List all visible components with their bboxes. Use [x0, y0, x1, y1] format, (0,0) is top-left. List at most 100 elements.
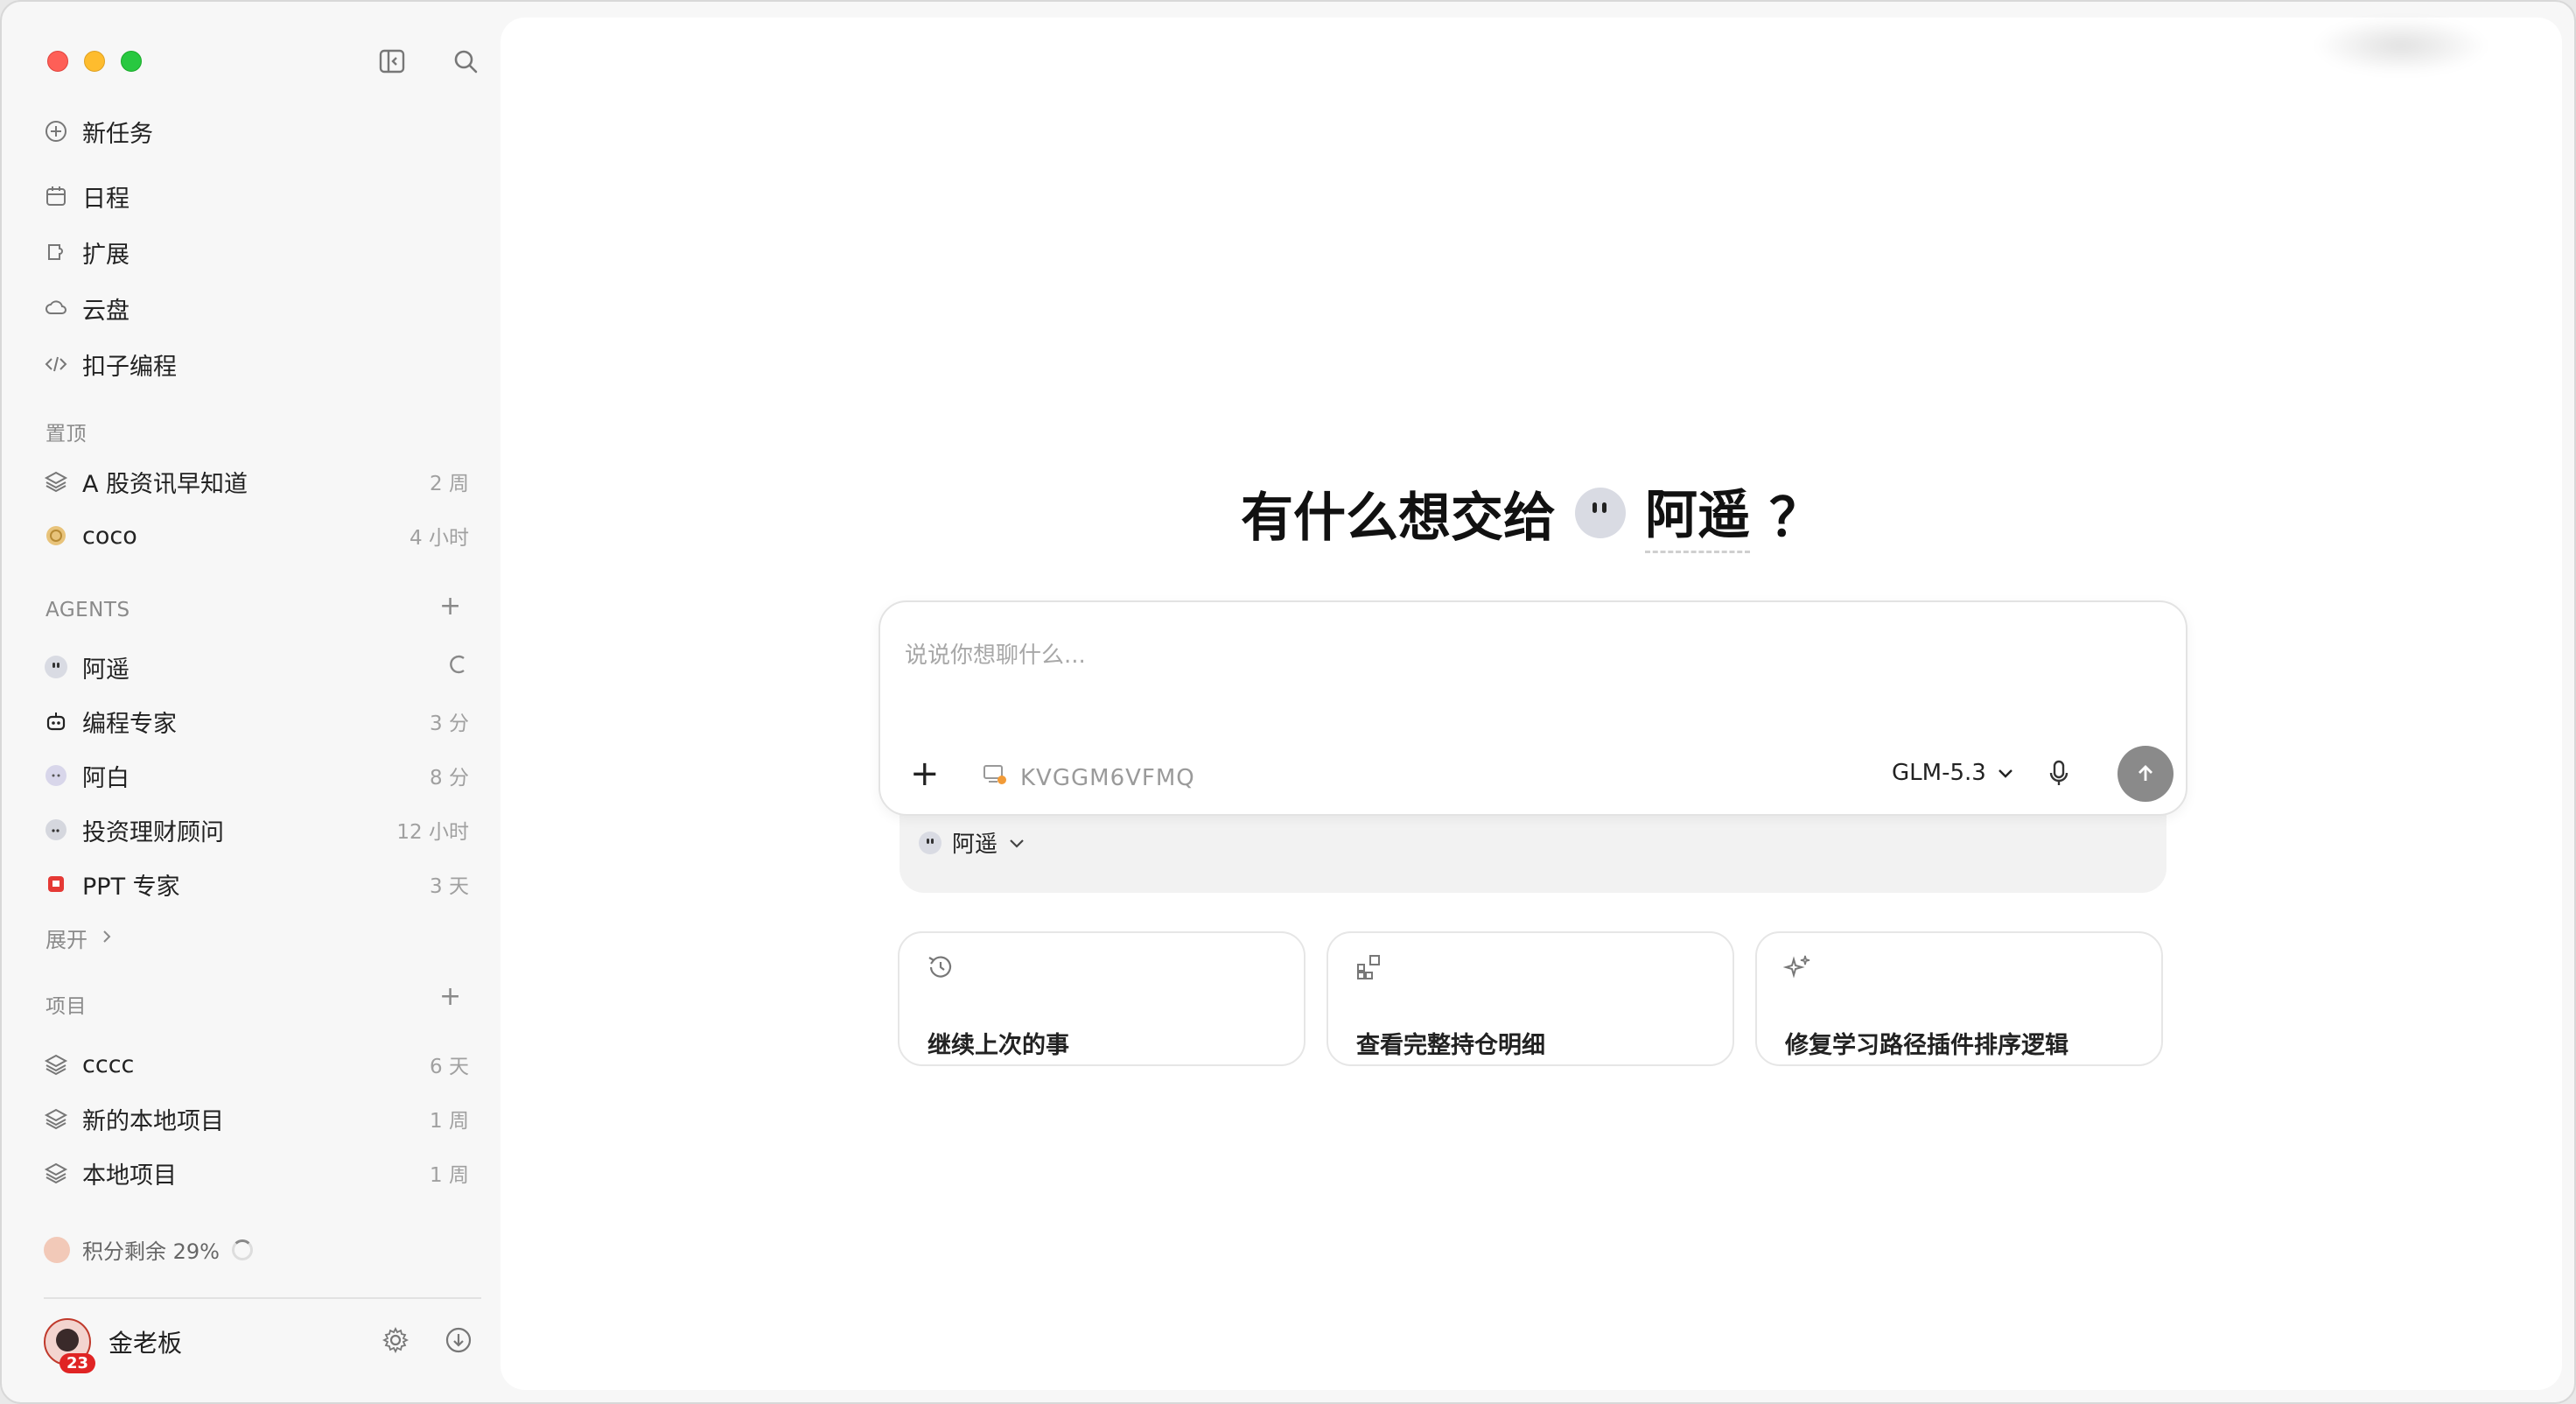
nav-label: 云盘	[82, 297, 130, 325]
project-item[interactable]: cccc 6 天	[44, 1042, 469, 1087]
close-window-button[interactable]	[47, 51, 68, 72]
project-item-label: cccc	[82, 1050, 135, 1078]
model-selector[interactable]: GLM-5.3	[1892, 760, 2014, 786]
nav-extensions[interactable]: 扩展	[44, 229, 130, 275]
agent-item-label: 投资理财顾问	[82, 818, 224, 846]
chevron-right-icon	[100, 926, 114, 951]
nav-cloud-drive[interactable]: 云盘	[44, 285, 130, 331]
suggestion-card[interactable]: 查看完整持仓明细	[1326, 931, 1734, 1066]
sidebar-divider	[44, 1297, 481, 1299]
microphone-icon[interactable]	[2046, 758, 2072, 793]
agent-item[interactable]: PPT 专家 3 天	[44, 861, 469, 907]
chat-composer: 说说你想聊什么... + KVGGM6VFMQ GLM-5.3	[878, 600, 2188, 816]
project-item-label: 本地项目	[82, 1162, 177, 1190]
sidebar-toolbar	[373, 42, 485, 81]
history-icon	[926, 952, 956, 982]
user-name[interactable]: 金老板	[108, 1324, 382, 1359]
nav-new-task[interactable]: 新任务	[44, 109, 153, 154]
add-project-button[interactable]: +	[439, 984, 461, 1010]
maximize-window-button[interactable]	[121, 51, 142, 72]
suggestion-label: 继续上次的事	[928, 1032, 1069, 1059]
project-item-label: 新的本地项目	[82, 1107, 224, 1135]
add-agent-button[interactable]: +	[439, 593, 461, 620]
suggestion-label: 查看完整持仓明细	[1356, 1032, 1545, 1059]
suggestion-card[interactable]: 继续上次的事	[898, 931, 1306, 1066]
suggestion-label: 修复学习路径插件排序逻辑	[1785, 1032, 2068, 1059]
agent-avatar-icon	[1575, 488, 1626, 538]
project-item[interactable]: 新的本地项目 1 周	[44, 1096, 469, 1141]
hero-agent-name[interactable]: 阿遥	[1645, 473, 1750, 553]
pinned-item-label: A 股资讯早知道	[82, 470, 248, 498]
nav-label: 扣子编程	[82, 353, 177, 381]
window-controls	[47, 51, 142, 72]
project-item-time: 1 周	[430, 1110, 469, 1133]
agent-item-time: 3 分	[430, 713, 469, 735]
pinned-item-label: coco	[82, 522, 137, 550]
sidebar: 新任务 日程 扩展 云盘 扣子编程 置顶 A 股资讯早知道 2 周 coco 4…	[2, 2, 500, 1402]
section-pinned-title: 置顶	[46, 423, 87, 446]
arrow-up-icon	[2138, 765, 2152, 781]
agent-item[interactable]: 阿白 8 分	[44, 753, 469, 798]
agent-item[interactable]: 阿遥	[44, 644, 469, 690]
project-item[interactable]: 本地项目 1 周	[44, 1150, 469, 1196]
avatar[interactable]: 23	[44, 1318, 96, 1373]
code-icon	[44, 352, 68, 376]
message-input[interactable]: 说说你想聊什么...	[905, 637, 1086, 670]
device-icon	[982, 762, 1008, 794]
credit-status[interactable]: 积分剩余 29%	[44, 1234, 253, 1265]
layers-icon	[44, 1052, 68, 1077]
pinned-item-time: 4 小时	[410, 527, 469, 550]
pinned-item[interactable]: coco 4 小时	[44, 513, 469, 558]
pinned-item[interactable]: A 股资讯早知道 2 周	[44, 459, 469, 504]
nav-coze-coding[interactable]: 扣子编程	[44, 341, 177, 387]
layers-icon	[44, 469, 68, 494]
minimize-window-button[interactable]	[84, 51, 105, 72]
agent-item-label: 编程专家	[82, 710, 177, 738]
page-title: 有什么想交给 阿遥 ？	[500, 473, 2562, 553]
main-panel: 有什么想交给 阿遥 ？ 说说你想聊什么... + KVGGM6VFMQ GLM-…	[500, 18, 2562, 1390]
nav-schedule[interactable]: 日程	[44, 173, 130, 219]
agent-item-time: 3 天	[430, 875, 469, 898]
robot-icon	[44, 709, 68, 734]
agent-selector-label: 阿遥	[952, 832, 998, 858]
coco-avatar-icon	[44, 523, 68, 548]
gear-icon[interactable]	[382, 1326, 410, 1358]
agent-item-label: 阿白	[82, 764, 130, 792]
search-icon[interactable]	[446, 42, 485, 81]
add-attachment-button[interactable]: +	[910, 756, 940, 791]
sparkle-icon	[1782, 952, 1813, 982]
agent-item-time: 8 分	[430, 767, 469, 790]
credit-icon	[44, 1236, 70, 1263]
nav-label: 新任务	[82, 120, 153, 148]
user-actions	[382, 1326, 472, 1358]
nav-label: 日程	[82, 185, 130, 213]
chevron-down-icon	[1008, 830, 1026, 856]
agent-item-label: PPT 专家	[82, 873, 180, 901]
plus-circle-icon	[44, 119, 68, 144]
send-button[interactable]	[2118, 746, 2174, 802]
agent-item-label: 阿遥	[82, 656, 130, 684]
section-agents-title: AGENTS	[46, 599, 130, 621]
hero-suffix: ？	[1769, 487, 1822, 549]
agent-item[interactable]: 投资理财顾问 12 小时	[44, 807, 469, 853]
extension-icon	[44, 240, 68, 264]
widgets-icon	[1354, 952, 1384, 982]
loading-icon	[446, 653, 469, 681]
agent-item[interactable]: 编程专家 3 分	[44, 698, 469, 744]
agent-avatar-icon	[44, 818, 68, 842]
cloud-icon	[44, 296, 68, 320]
section-projects-title: 项目	[46, 995, 87, 1018]
notification-badge: 23	[60, 1353, 96, 1373]
ppt-icon	[44, 872, 68, 896]
toggle-sidebar-icon[interactable]	[373, 42, 411, 81]
agent-selector[interactable]: 阿遥	[919, 826, 1026, 859]
suggestion-card[interactable]: 修复学习路径插件排序逻辑	[1755, 931, 2163, 1066]
environment-selector[interactable]: KVGGM6VFMQ	[982, 762, 1195, 794]
expand-label: 展开	[46, 928, 88, 952]
hero-prefix: 有什么想交给	[1241, 487, 1556, 549]
expand-agents-button[interactable]: 展开	[46, 923, 114, 953]
pinned-item-time: 2 周	[430, 473, 469, 495]
blurred-overlay	[2314, 18, 2488, 74]
download-icon[interactable]	[444, 1326, 472, 1358]
agent-avatar-icon	[44, 655, 68, 679]
